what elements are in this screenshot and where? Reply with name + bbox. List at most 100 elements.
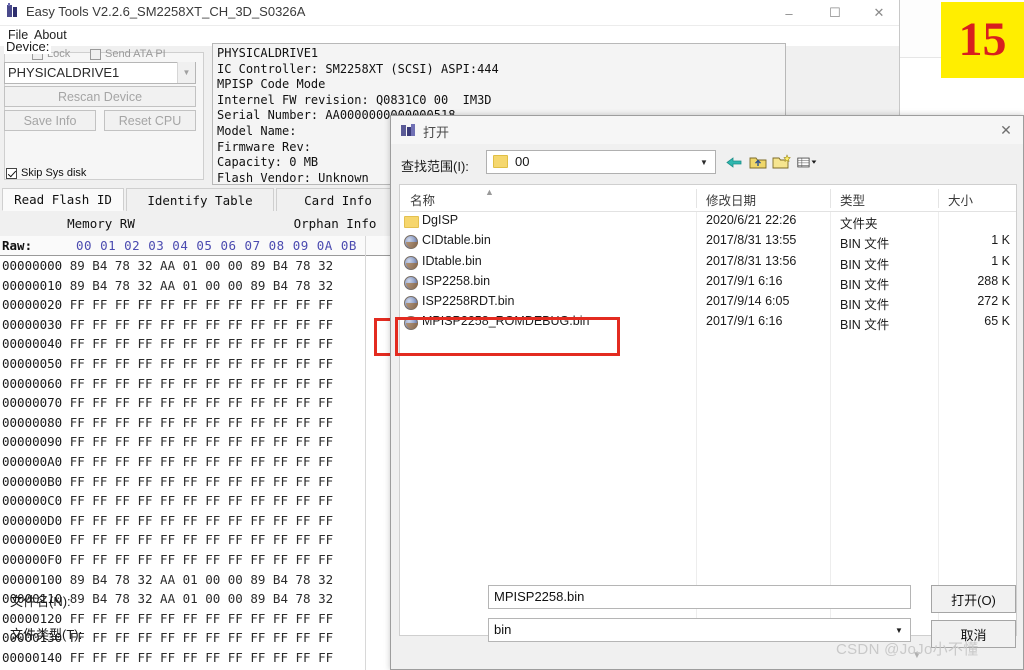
hex-bytes: 89 B4 78 32 AA 01 00 00 89 B4 78 32 [69, 571, 334, 587]
file-list-row[interactable]: IDtable.bin 2017/8/31 13:56 BIN 文件 1 K [400, 253, 1016, 273]
file-name-cell: IDtable.bin [422, 253, 482, 268]
info-line: MPISP Code Mode [217, 77, 326, 92]
column-divider[interactable] [830, 189, 831, 208]
column-divider[interactable] [696, 189, 697, 208]
checkbox-skip-sys-disk[interactable]: Skip Sys disk [6, 167, 86, 179]
file-list-row[interactable]: MPISP2258_ROMDEBUG.bin 2017/9/1 6:16 BIN 文… [400, 313, 1016, 333]
hex-offset: 00000050 [2, 355, 70, 371]
column-divider[interactable] [938, 189, 939, 208]
dialog-close-icon[interactable]: ✕ [995, 120, 1017, 140]
file-list-row[interactable]: ISP2258RDT.bin 2017/9/14 6:05 BIN 文件 272 K [400, 293, 1016, 313]
dialog-title-bar: 打开 ✕ [391, 116, 1023, 144]
look-in-select[interactable]: 00 ▼ [486, 150, 716, 174]
app-title: Easy Tools V2.2.6_SM2258XT_CH_3D_S0326A [26, 4, 306, 19]
hex-bytes: FF FF FF FF FF FF FF FF FF FF FF FF [69, 630, 334, 646]
hex-row: 00000040 FF FF FF FF FF FF FF FF FF FF F… [0, 334, 390, 354]
app-title-bar: Easy Tools V2.2.6_SM2258XT_CH_3D_S0326A … [0, 0, 899, 26]
file-size-cell: 1 K [991, 233, 1010, 248]
file-size-cell: 272 K [977, 294, 1010, 309]
subtab-orphan-info[interactable]: Orphan Info [272, 212, 398, 234]
chevron-down-icon[interactable]: ▼ [889, 620, 909, 640]
hex-offset: 00000060 [2, 375, 70, 391]
file-list-row[interactable]: CIDtable.bin 2017/8/31 13:55 BIN 文件 1 K [400, 232, 1016, 252]
hex-bytes: FF FF FF FF FF FF FF FF FF FF FF FF [69, 649, 334, 665]
subtab-memory-rw[interactable]: Memory RW [40, 212, 162, 234]
app-icon [5, 3, 21, 19]
back-icon[interactable] [723, 152, 744, 172]
file-type-cell: 文件夹 [840, 217, 878, 231]
file-size-cell: 1 K [991, 253, 1010, 268]
hex-row: 000000C0 FF FF FF FF FF FF FF FF FF FF F… [0, 491, 390, 511]
file-date-cell: 2017/8/31 13:56 [706, 253, 797, 268]
file-name-input[interactable]: MPISP2258.bin [488, 585, 911, 609]
hex-row: 00000070 FF FF FF FF FF FF FF FF FF FF F… [0, 393, 390, 413]
hex-bytes: 89 B4 78 32 AA 01 00 00 89 B4 78 32 [69, 591, 334, 607]
hex-row: 000000A0 FF FF FF FF FF FF FF FF FF FF F… [0, 452, 390, 472]
chevron-down-icon[interactable]: ▼ [177, 62, 195, 83]
file-list-row[interactable]: DgISP 2020/6/21 22:26 文件夹 [400, 212, 1016, 232]
close-button[interactable]: ✕ [856, 0, 902, 26]
hex-offset: 00000000 [2, 258, 70, 273]
hex-offset: 000000C0 [2, 493, 70, 509]
column-header-name[interactable]: 名称 ▲ [410, 187, 494, 209]
views-icon[interactable] [797, 152, 818, 172]
hex-bytes: FF FF FF FF FF FF FF FF FF FF FF FF [69, 395, 334, 411]
sort-ascending-icon: ▲ [485, 187, 494, 197]
column-header-type[interactable]: 类型 [840, 190, 865, 209]
hex-bytes: FF FF FF FF FF FF FF FF FF FF FF FF [69, 375, 334, 391]
hex-bytes: 89 B4 78 32 AA 01 00 00 89 B4 78 32 [69, 258, 334, 273]
hex-row: 00000090 FF FF FF FF FF FF FF FF FF FF F… [0, 432, 390, 452]
hex-bytes: FF FF FF FF FF FF FF FF FF FF FF FF [69, 434, 334, 450]
hex-offset: 00000090 [2, 434, 70, 450]
look-in-value: 00 [515, 154, 530, 169]
hex-offset: 00000010 [2, 277, 70, 293]
hex-bytes: FF FF FF FF FF FF FF FF FF FF FF FF [69, 512, 334, 528]
minimize-button[interactable]: – [766, 0, 812, 26]
file-type-label: 文件类型(T): [10, 627, 83, 642]
checkbox-send-ata-pi-box [90, 48, 101, 60]
annotation-highlight-edge [374, 318, 390, 356]
hex-bytes: FF FF FF FF FF FF FF FF FF FF FF FF [69, 316, 334, 332]
rescan-device-button[interactable]: Rescan Device [4, 86, 196, 107]
hex-bytes: FF FF FF FF FF FF FF FF FF FF FF FF [69, 297, 334, 313]
file-list-row[interactable]: ISP2258.bin 2017/9/1 6:16 BIN 文件 288 K [400, 273, 1016, 293]
maximize-button[interactable]: ☐ [812, 0, 858, 26]
hex-row: 00000080 FF FF FF FF FF FF FF FF FF FF F… [0, 413, 390, 433]
bin-file-icon [404, 255, 419, 270]
file-name-cell: ISP2258.bin [422, 273, 491, 288]
hex-bytes: FF FF FF FF FF FF FF FF FF FF FF FF [69, 551, 334, 567]
hex-offset: 00000080 [2, 414, 70, 430]
hex-offset: 00000140 [2, 649, 70, 665]
folder-icon [404, 215, 419, 229]
tab-card-info[interactable]: Card Info [276, 188, 400, 211]
annotation-badge-number: 15 [958, 13, 1007, 66]
hex-row: 000000B0 FF FF FF FF FF FF FF FF FF FF F… [0, 472, 390, 492]
column-header-size[interactable]: 大小 [948, 190, 973, 209]
hex-offset: 000000B0 [2, 473, 70, 489]
tab-read-flash-id[interactable]: Read Flash ID [2, 188, 124, 211]
file-name-cell: ISP2258RDT.bin [422, 294, 515, 309]
reset-cpu-button[interactable]: Reset CPU [104, 110, 196, 131]
hex-offset: 00000040 [2, 336, 70, 352]
hex-bytes: FF FF FF FF FF FF FF FF FF FF FF FF [69, 414, 334, 430]
dialog-title: 打开 [423, 125, 450, 140]
chevron-down-icon[interactable]: ▼ [694, 152, 714, 172]
file-date-cell: 2017/9/14 6:05 [706, 294, 790, 309]
file-name-cell: CIDtable.bin [422, 233, 491, 248]
new-folder-icon[interactable] [771, 152, 792, 172]
up-folder-icon[interactable] [747, 152, 768, 172]
drive-select-value: PHYSICALDRIVE1 [8, 65, 120, 80]
hex-row: 00000050 FF FF FF FF FF FF FF FF FF FF F… [0, 354, 390, 374]
open-button[interactable]: 打开(O) [931, 585, 1016, 613]
checkbox-send-ata-pi[interactable]: Send ATA PI [90, 48, 166, 60]
hex-bytes: FF FF FF FF FF FF FF FF FF FF FF FF [69, 453, 334, 469]
save-info-button[interactable]: Save Info [4, 110, 96, 131]
file-list[interactable]: 名称 ▲ 修改日期 类型 大小 DgISP 2020/6/21 22:26 文件夹 C… [399, 184, 1017, 636]
file-name-label: 文件名(N): [10, 594, 71, 609]
dialog-nav-toolbar [721, 152, 851, 174]
file-list-rows: DgISP 2020/6/21 22:26 文件夹 CIDtable.bin 2017/… [400, 212, 1016, 334]
bin-file-icon [404, 235, 419, 250]
column-header-date[interactable]: 修改日期 [706, 190, 756, 209]
drive-select[interactable]: PHYSICALDRIVE1 ▼ [4, 62, 196, 84]
tab-identify-table[interactable]: Identify Table [126, 188, 274, 211]
